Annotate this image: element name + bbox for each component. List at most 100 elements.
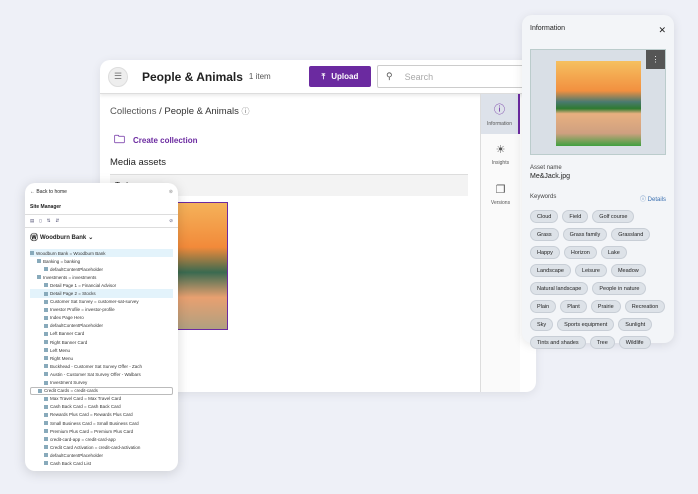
tree-node[interactable]: defaultContentPlaceholder (30, 265, 173, 273)
header: ☰ People & Animals 1 item ⤒ Upload ⚲ Searc… (100, 60, 536, 94)
asset-image (556, 61, 641, 146)
rail-information[interactable]: ⓘ Information (481, 94, 520, 134)
info-icon[interactable]: ⓘ (242, 107, 250, 116)
tree-node-label: Austin - Customer Sat Survey Offer - Wal… (50, 371, 141, 377)
create-collection-label: Create collection (133, 136, 198, 145)
tree-node[interactable]: Right Banner Card (30, 338, 173, 346)
keyword-chip[interactable]: Horizon (563, 246, 597, 259)
keyword-chip[interactable]: Landscape (530, 264, 571, 277)
keyword-chip[interactable]: Field (562, 210, 589, 223)
add-page-icon[interactable]: ▤ (30, 218, 34, 224)
copy-icon: ❐ (495, 183, 506, 196)
keyword-chip[interactable]: Sunlight (618, 318, 653, 331)
keyword-chip[interactable]: Natural landscape (530, 282, 589, 295)
page-icon (44, 429, 48, 434)
tree-node[interactable]: Credit Card Activation = credit-card-act… (30, 443, 173, 451)
tree-node[interactable]: Cash Back Card = Cash Back Card (30, 403, 173, 411)
sun-icon: ☀ (495, 143, 506, 156)
keyword-chip[interactable]: Plant (560, 300, 587, 313)
create-collection-button[interactable]: 🗀 Create collection (114, 131, 197, 150)
breadcrumb-collections[interactable]: Collections (110, 106, 156, 117)
tree-node[interactable]: defaultContentPlaceholder (30, 322, 173, 330)
tree-node[interactable]: Woodburn Bank = Woodburn Bank (30, 249, 173, 258)
filter-icon[interactable]: ⊘ (169, 218, 173, 224)
keyword-chip[interactable]: Wildlife (618, 336, 651, 349)
breadcrumb-separator: / (159, 106, 162, 117)
tree-node[interactable]: Banking = banking (30, 257, 173, 265)
keyword-list: Cloud Field Golf course Grass Grass family Gr… (530, 210, 666, 349)
back-label: Back to home (36, 189, 67, 195)
tree-node[interactable]: Detail Page 1 = Financial Advisor (30, 281, 173, 289)
tree-node[interactable]: Index Page Hero (30, 314, 173, 322)
tree-node[interactable]: Cash Back Card List (30, 459, 173, 467)
menu-button[interactable]: ☰ (108, 66, 128, 87)
page-icon[interactable]: ▯ (39, 218, 41, 224)
tree-node[interactable]: Investment Survey (30, 379, 173, 387)
more-options-button[interactable]: ⋮ (646, 50, 665, 69)
keyword-chip[interactable]: Tree (589, 336, 615, 349)
settings-icon[interactable]: ⊗ (169, 189, 173, 195)
tree-node[interactable]: Buckhead - Customer Sat Survey Offer - Z… (30, 362, 173, 370)
back-link[interactable]: ← Back to home (30, 189, 67, 195)
keyword-chip[interactable]: Prairie (590, 300, 621, 313)
tree-node-label: Index Page Hero (50, 315, 84, 321)
page-icon (44, 291, 48, 296)
tree-node[interactable]: Right Menu (30, 354, 173, 362)
keyword-chip[interactable]: Leisure (574, 264, 607, 277)
folder-plus-icon: 🗀 (114, 134, 125, 146)
rail-versions[interactable]: ❐ Versions (481, 174, 520, 214)
tree-node[interactable]: Small Business Card = Small Business Car… (30, 419, 173, 427)
tree-node-label: Credit Card Activation = credit-card-act… (50, 444, 141, 450)
site-logo-icon: Ⓦ (30, 233, 38, 242)
rail-label: Information (486, 121, 512, 127)
tree-node[interactable]: Rewards Plus Card = Rewards Plus Card (30, 411, 173, 419)
sort-icon[interactable]: ⇵ (56, 218, 60, 224)
keyword-chip[interactable]: Golf course (592, 210, 635, 223)
tree-node[interactable]: Max Travel Card = Max Travel Card (30, 395, 173, 403)
site-manager-title: Site Manager (25, 195, 178, 215)
tree-node[interactable]: Investor Profile = investor-profile (30, 306, 173, 314)
tree-node[interactable]: Investments = investments (30, 273, 173, 281)
keyword-chip[interactable]: Recreation (624, 300, 666, 313)
keyword-chip[interactable]: Tints and shades (530, 336, 586, 349)
keyword-chip[interactable]: Sports equipment (557, 318, 615, 331)
page-icon (44, 283, 48, 288)
page-icon (44, 461, 48, 466)
tree-node[interactable]: Detail Page 2 = Stocks (30, 289, 173, 298)
tree-node[interactable]: Credit Cards = credit-cards (30, 386, 173, 395)
keyword-chip[interactable]: Grass (530, 228, 559, 241)
tree-node[interactable]: credit-card-app = credit-card-app (30, 435, 173, 443)
keyword-chip[interactable]: Lake (600, 246, 627, 259)
tree-node[interactable]: defaultContentPlaceholder (30, 451, 173, 459)
keyword-chip[interactable]: Happy (530, 246, 560, 259)
site-selector[interactable]: Ⓦ Woodburn Bank ⌄ (25, 228, 178, 247)
keyword-chip[interactable]: Grassland (611, 228, 651, 241)
item-count: 1 item (248, 72, 271, 81)
tree-node-label: Investor Profile = investor-profile (50, 307, 115, 313)
page-icon (44, 437, 48, 442)
tree-node[interactable]: Premium Plus Card = Premium Plus Card (30, 427, 173, 435)
page-icon (37, 275, 41, 280)
tree-node[interactable]: Left Banner Card (30, 330, 173, 338)
asset-name: Me&Jack.jpg (530, 173, 571, 180)
asset-thumbnail[interactable] (175, 202, 228, 330)
tree-node[interactable]: Left Menu (30, 346, 173, 354)
keyword-chip[interactable]: Sky (530, 318, 554, 331)
details-link[interactable]: ⓘ Details (640, 194, 666, 203)
tree-node[interactable]: Customer Sat Survey = customer-sat-surve… (30, 298, 173, 306)
tree-node-label: Woodburn Bank = Woodburn Bank (36, 250, 106, 256)
tree-node-label: Cash Back Card List (50, 460, 92, 466)
keyword-chip[interactable]: Plain (530, 300, 557, 313)
rail-label: Insights (491, 159, 510, 166)
keyword-chip[interactable]: Meadow (610, 264, 646, 277)
search-input[interactable]: ⚲ Search (377, 65, 536, 88)
keyword-chip[interactable]: People in nature (592, 282, 647, 295)
upload-button[interactable]: ⤒ Upload (309, 66, 371, 87)
move-icon[interactable]: ⇅ (47, 218, 51, 224)
close-icon[interactable]: ✕ (658, 25, 666, 36)
page-title: People & Animals (142, 69, 243, 84)
keyword-chip[interactable]: Grass family (562, 228, 608, 241)
keyword-chip[interactable]: Cloud (530, 210, 559, 223)
rail-insights[interactable]: ☀ Insights (481, 134, 520, 174)
tree-node[interactable]: Austin - Customer Sat Survey Offer - Wal… (30, 370, 173, 378)
